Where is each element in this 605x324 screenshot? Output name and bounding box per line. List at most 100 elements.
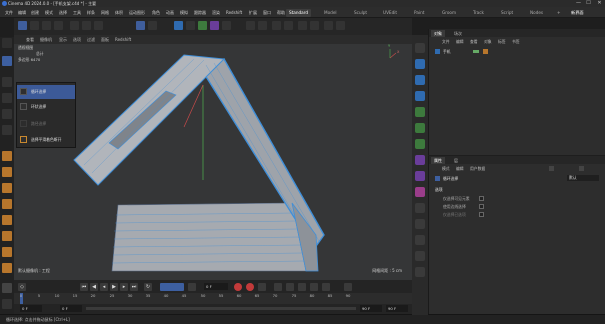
obj-menu-tags[interactable]: 标签 (498, 39, 506, 45)
popup-item-loop-select[interactable]: 循环选择 (17, 85, 75, 99)
attr-menu-edit[interactable]: 编辑 (456, 166, 464, 172)
mograph-icon[interactable] (415, 139, 425, 149)
polygon-mode-icon[interactable] (2, 183, 12, 193)
option-selected-only-checkbox[interactable] (479, 212, 484, 217)
pen-icon[interactable] (186, 21, 195, 30)
select-tool-icon[interactable] (2, 56, 12, 66)
deformer-icon[interactable] (210, 21, 219, 30)
undo-icon[interactable] (2, 38, 12, 48)
layer-strip-icon[interactable] (415, 267, 425, 277)
layout-tab-model[interactable]: Model (321, 9, 340, 17)
grid-snap-icon[interactable] (246, 21, 255, 30)
obj-menu-edit[interactable]: 编辑 (456, 39, 464, 45)
attr-search-icon[interactable] (579, 166, 584, 171)
menu-mograph[interactable]: 运动图形 (129, 10, 145, 16)
point-mode-icon[interactable] (2, 151, 12, 161)
close-button[interactable]: ✕ (595, 0, 604, 7)
menu-mesh[interactable]: 网格 (101, 10, 109, 16)
render-view-icon[interactable] (136, 21, 145, 30)
layout-tab-standard[interactable]: Standard (286, 9, 312, 17)
pointer-icon[interactable] (415, 43, 425, 53)
key-scale-icon[interactable] (298, 283, 306, 291)
play-back-icon[interactable]: ◂ (100, 283, 108, 291)
loop-icon[interactable]: ↻ (144, 283, 152, 291)
attr-menu-userdata[interactable]: 用户数据 (470, 166, 485, 172)
tab-attributes[interactable]: 属性 (431, 157, 445, 164)
menu-create[interactable]: 创建 (31, 10, 39, 16)
effector-icon[interactable] (415, 187, 425, 197)
menu-volume[interactable]: 体积 (115, 10, 123, 16)
coordinate-z-icon[interactable] (94, 21, 103, 30)
menu-tracker[interactable]: 跟踪器 (194, 10, 206, 16)
popup-item-ring-select[interactable]: 环状选择 (17, 100, 75, 114)
layout-tab-paint[interactable]: Paint (411, 9, 427, 17)
info-icon[interactable] (2, 299, 12, 309)
cube-icon[interactable] (174, 21, 183, 30)
auto-key-icon[interactable] (246, 283, 254, 291)
menu-render[interactable]: 渲染 (212, 10, 220, 16)
minimize-button[interactable]: — (574, 0, 583, 7)
tab-layers[interactable]: 层 (451, 157, 461, 164)
menu-extensions[interactable]: 扩展 (249, 10, 257, 16)
timeline-ruler[interactable]: 0 5 10 15 20 25 30 35 40 45 50 55 60 65 … (14, 293, 412, 304)
snap-icon[interactable] (2, 247, 12, 257)
menu-spline[interactable]: 样条 (87, 10, 95, 16)
current-frame-field[interactable]: 0 F (204, 283, 228, 290)
menu-redshift[interactable]: Redshift (226, 10, 242, 15)
keyframe-diamond-icon[interactable]: ◇ (18, 283, 26, 291)
uv-mode-icon[interactable] (2, 199, 12, 209)
axis-tool-icon[interactable] (2, 125, 12, 135)
fps-mode-icon[interactable] (160, 283, 184, 291)
object-visibility-dots[interactable] (473, 50, 479, 53)
layout-tab-nodes[interactable]: Nodes (527, 9, 546, 17)
layout-tab-sculpt[interactable]: Sculpt (351, 9, 370, 17)
object-tag-icon[interactable] (483, 49, 488, 54)
solo-icon[interactable] (324, 21, 333, 30)
menu-edit[interactable]: 编辑 (18, 10, 26, 16)
workplane-icon[interactable] (2, 263, 12, 273)
menu-animate[interactable]: 动画 (166, 10, 174, 16)
menu-mode[interactable]: 模式 (45, 10, 53, 16)
prev-key-icon[interactable]: ◀ (90, 283, 98, 291)
tab-takes[interactable]: 场次 (451, 30, 465, 37)
record-icon[interactable] (234, 283, 242, 291)
scale-tool-icon[interactable] (2, 93, 12, 103)
spline-pen-icon[interactable] (415, 75, 425, 85)
frame-step-icon[interactable] (188, 283, 196, 291)
light-strip-icon[interactable] (415, 235, 425, 245)
scene-icon[interactable] (415, 251, 425, 261)
move-tool-icon[interactable] (2, 77, 12, 87)
field-strip-icon[interactable] (415, 171, 425, 181)
viewport-settings-icon[interactable] (336, 21, 345, 30)
attr-preset-dropdown[interactable]: 默认 (567, 175, 599, 181)
next-key-icon[interactable]: ▸ (120, 283, 128, 291)
popup-item-phong-break-select[interactable]: 选择平滑着色断开 (17, 133, 75, 147)
rotate-tool-icon[interactable] (2, 109, 12, 119)
edge-mode-icon[interactable] (2, 167, 12, 177)
go-to-end-icon[interactable]: ⏭ (130, 283, 138, 291)
obj-menu-object[interactable]: 对象 (484, 39, 492, 45)
option-visible-only-checkbox[interactable] (479, 196, 484, 201)
attr-menu-mode[interactable]: 模式 (442, 166, 450, 172)
key-pla-icon[interactable] (322, 283, 330, 291)
menu-simulate[interactable]: 模拟 (180, 10, 188, 16)
layout-tab-track[interactable]: Track (470, 9, 487, 17)
subdivision-icon[interactable] (198, 21, 207, 30)
light-icon[interactable] (284, 21, 293, 30)
keyframe-selection-icon[interactable] (258, 283, 266, 291)
layout-tab-groom[interactable]: Groom (439, 9, 459, 17)
generator-icon[interactable] (415, 107, 425, 117)
lock-icon[interactable] (2, 283, 12, 293)
snap-settings-icon[interactable] (258, 21, 267, 30)
model-mode-icon[interactable] (2, 215, 12, 225)
menu-tools[interactable]: 工具 (73, 10, 81, 16)
symmetry-icon[interactable] (298, 21, 307, 30)
field-icon[interactable] (222, 21, 231, 30)
coordinate-x-icon[interactable] (70, 21, 79, 30)
attr-back-icon[interactable] (549, 166, 554, 171)
preview-end-field[interactable]: 90 F (360, 305, 382, 312)
obj-menu-bookmarks[interactable]: 书签 (512, 39, 520, 45)
environment-icon[interactable] (415, 203, 425, 213)
menu-select[interactable]: 选择 (59, 10, 67, 16)
add-layout-button[interactable]: + (554, 9, 564, 17)
